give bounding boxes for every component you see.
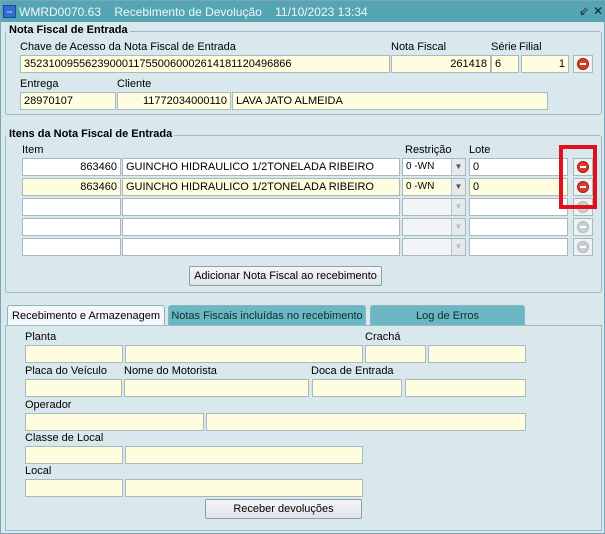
close-icon[interactable]: ✕ [593, 4, 603, 18]
lote-input[interactable] [469, 238, 568, 256]
restricao-select[interactable]: ▼ [402, 238, 466, 256]
nota-fiscal-section-title: Nota Fiscal de Entrada [7, 24, 130, 36]
cliente-code-input[interactable]: 11772034000110 [117, 92, 231, 110]
serie-input[interactable]: 6 [491, 55, 519, 73]
itens-section-title: Itens da Nota Fiscal de Entrada [7, 128, 175, 140]
col-lote-header: Lote [469, 144, 491, 156]
chave-label: Chave de Acesso da Nota Fiscal de Entrad… [20, 41, 236, 53]
motorista-label: Nome do Motorista [124, 365, 217, 377]
chevron-down-icon: ▼ [451, 159, 465, 175]
restricao-select[interactable]: 0 -WN ▼ [402, 178, 466, 196]
add-nota-button[interactable]: Adicionar Nota Fiscal ao recebimento [189, 266, 382, 286]
cliente-name-input[interactable]: LAVA JATO ALMEIDA [232, 92, 548, 110]
receber-button[interactable]: Receber devoluções [205, 499, 362, 519]
minimize-icon[interactable]: ⇙ [579, 4, 589, 18]
restricao-select[interactable]: 0 -WN ▼ [402, 158, 466, 176]
filial-input[interactable]: 1 [521, 55, 569, 73]
remove-icon [577, 241, 589, 253]
doca-code-input[interactable] [312, 379, 402, 397]
item-desc-input[interactable]: GUINCHO HIDRAULICO 1/2TONELADA RIBEIRO [122, 178, 400, 196]
item-code-input[interactable]: 863460 [22, 158, 121, 176]
item-code-input[interactable] [22, 238, 121, 256]
window-title: WMRD0070.63 Recebimento de Devolução 11/… [19, 5, 368, 19]
item-code-input[interactable] [22, 218, 121, 236]
nota-fiscal-input[interactable]: 261418 [391, 55, 491, 73]
chevron-down-icon: ▼ [451, 239, 465, 255]
remove-icon [577, 58, 589, 70]
chave-input[interactable]: 3523100955623900011755006000261418112049… [20, 55, 390, 73]
col-restricao-header: Restrição [405, 144, 452, 156]
lote-input[interactable] [469, 218, 568, 236]
local-name-input[interactable] [125, 479, 363, 497]
operador-label: Operador [25, 399, 72, 411]
placa-input[interactable] [25, 379, 122, 397]
remove-buttons-highlight [559, 145, 597, 209]
remove-nota-button[interactable] [573, 55, 593, 73]
lote-input[interactable]: 0 [469, 178, 568, 196]
item-code-input[interactable] [22, 198, 121, 216]
remove-item-button [573, 238, 593, 256]
operador-name-input[interactable] [206, 413, 526, 431]
planta-code-input[interactable] [25, 345, 123, 363]
operador-code-input[interactable] [25, 413, 204, 431]
tab-recebimento[interactable]: Recebimento e Armazenagem [7, 305, 165, 326]
planta-name-input[interactable] [125, 345, 363, 363]
restricao-select[interactable]: ▼ [402, 218, 466, 236]
cracha-label: Crachá [365, 331, 401, 343]
filial-label: Filial [519, 41, 542, 53]
motorista-input[interactable] [124, 379, 309, 397]
item-code-input[interactable]: 863460 [22, 178, 121, 196]
lote-input[interactable]: 0 [469, 158, 568, 176]
local-code-input[interactable] [25, 479, 123, 497]
chevron-down-icon: ▼ [451, 199, 465, 215]
col-item-header: Item [22, 144, 44, 156]
doca-label: Doca de Entrada [311, 365, 394, 377]
chevron-down-icon: ▼ [451, 179, 465, 195]
classe-label: Classe de Local [25, 432, 104, 444]
classe-code-input[interactable] [25, 446, 123, 464]
item-desc-input[interactable] [122, 218, 400, 236]
tab-notas-fiscais[interactable]: Notas Fiscais incluídas no recebimento [168, 305, 366, 326]
chevron-down-icon: ▼ [451, 219, 465, 235]
remove-item-button [573, 218, 593, 236]
nota-label: Nota Fiscal [391, 41, 447, 53]
cracha-code-input[interactable] [365, 345, 426, 363]
item-desc-input[interactable]: GUINCHO HIDRAULICO 1/2TONELADA RIBEIRO [122, 158, 400, 176]
entrega-input[interactable]: 28970107 [20, 92, 116, 110]
tab-log-erros[interactable]: Log de Erros [370, 305, 525, 326]
planta-label: Planta [25, 331, 57, 343]
doca-name-input[interactable] [405, 379, 526, 397]
remove-icon [577, 221, 589, 233]
serie-label: Série [491, 41, 517, 53]
cracha-name-input[interactable] [428, 345, 526, 363]
local-label: Local [25, 465, 52, 477]
main-window: ⇔ WMRD0070.63 Recebimento de Devolução 1… [0, 0, 605, 534]
app-icon: ⇔ [3, 5, 16, 18]
classe-name-input[interactable] [125, 446, 363, 464]
cliente-label: Cliente [117, 78, 152, 90]
lote-input[interactable] [469, 198, 568, 216]
item-desc-input[interactable] [122, 238, 400, 256]
item-desc-input[interactable] [122, 198, 400, 216]
title-bar: ⇔ WMRD0070.63 Recebimento de Devolução 1… [1, 1, 605, 22]
restricao-select[interactable]: ▼ [402, 198, 466, 216]
entrega-label: Entrega [20, 78, 59, 90]
placa-label: Placa do Veículo [25, 365, 107, 377]
